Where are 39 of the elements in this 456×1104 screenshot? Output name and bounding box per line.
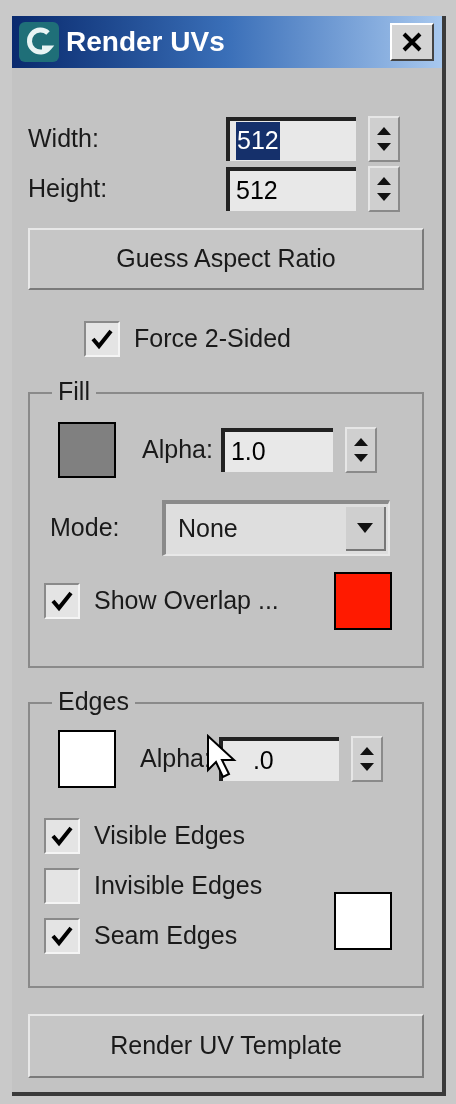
checkbox[interactable] [44,817,80,854]
alpha-label: Alpha: [140,742,211,774]
checkbox-label: Seam Edges [94,919,238,951]
checkbox[interactable] [44,867,80,904]
mouse-pointer-icon [206,733,238,780]
guess-aspect-ratio-button[interactable]: Guess Aspect Ratio [28,228,424,290]
spinner-button[interactable] [344,426,377,473]
checkmark-icon [50,589,74,612]
spinner-button[interactable] [368,116,400,162]
color-swatch[interactable] [58,421,116,478]
checkmark-icon [90,327,114,350]
checkbox-label: Visible Edges [94,819,246,851]
color-swatch[interactable] [58,729,116,788]
mode-label: Mode: [50,511,121,543]
color-swatch[interactable] [334,571,392,630]
checkbox[interactable] [44,917,80,954]
number-field[interactable]: 1.0 [220,427,333,472]
alpha-label: Alpha: [142,433,213,465]
color-swatch[interactable] [334,891,392,950]
number-field[interactable]: 512 [226,117,356,161]
spinner-button[interactable] [368,166,400,212]
checkbox-label: Force 2-Sided [134,323,292,354]
number-field[interactable]: 512 [226,167,356,211]
app-logo-icon [18,21,60,63]
window-title: Render UVs [66,25,225,59]
close-icon [401,31,423,53]
checkbox[interactable] [44,582,80,619]
field-label: Height: [28,173,109,205]
checkmark-icon [50,924,74,947]
field-label: Width: [28,123,100,155]
spinner-button[interactable] [350,735,383,782]
checkbox-label: Invisible Edges [94,869,263,901]
checkbox-label: Show Overlap ... [94,584,279,616]
close-button[interactable] [390,23,434,61]
checkmark-icon [50,824,74,847]
mode-dropdown[interactable]: None [162,499,390,556]
checkbox[interactable] [84,320,120,357]
render-uv-template-button[interactable]: Render UV Template [28,1013,424,1078]
number-field[interactable]: .0 [218,736,339,781]
